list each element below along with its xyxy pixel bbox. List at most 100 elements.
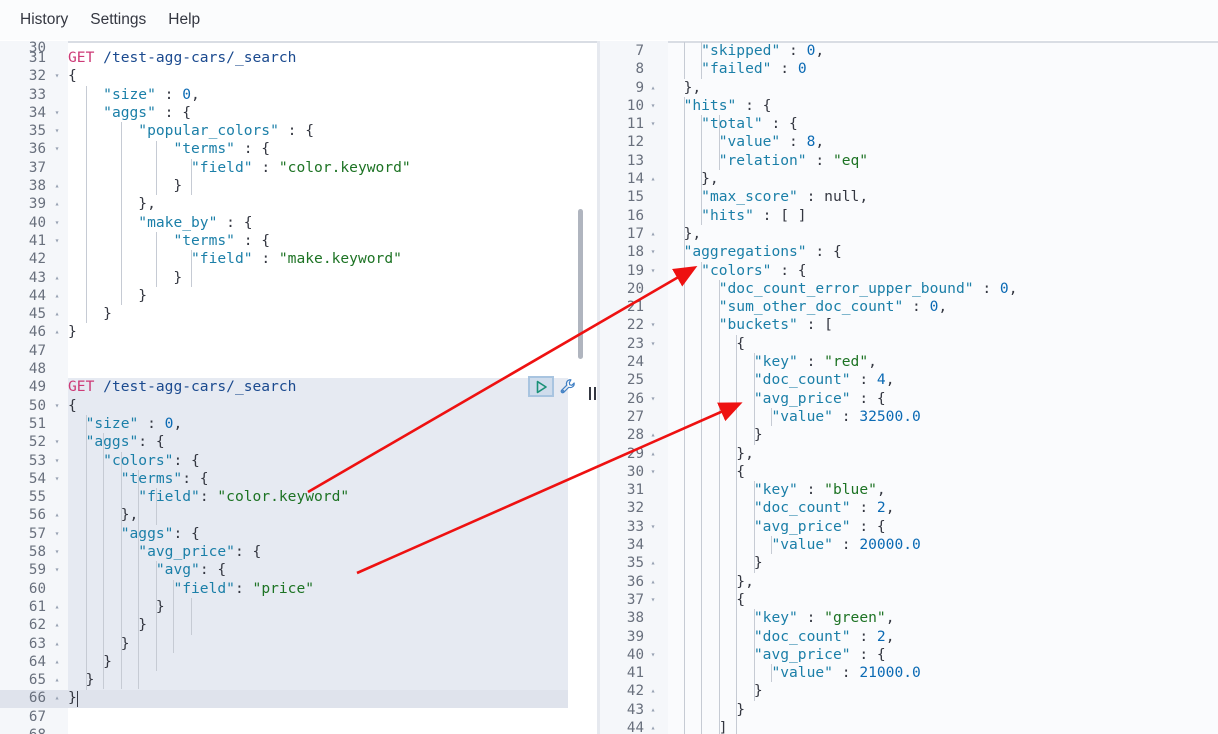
fold-open-icon[interactable]: ▾ xyxy=(52,214,62,232)
code-line[interactable]: 33 ▾ "avg_price" : { xyxy=(600,518,1218,536)
code-line[interactable]: 14 ▴ }, xyxy=(600,170,1218,188)
code-line[interactable]: 44 ▴ ] xyxy=(600,719,1218,734)
code-line[interactable]: 12 "value" : 8, xyxy=(600,133,1218,151)
code-line[interactable]: 28 ▴ } xyxy=(600,426,1218,444)
request-code[interactable]: 31 GET /test-agg-cars/_search 32 ▾{33 "size… xyxy=(0,41,597,734)
fold-close-icon[interactable]: ▴ xyxy=(52,287,62,305)
code-line[interactable]: 52 ▾ "aggs": { xyxy=(0,433,597,451)
code-line[interactable]: 11 ▾ "total" : { xyxy=(600,115,1218,133)
fold-close-icon[interactable]: ▴ xyxy=(52,671,62,689)
fold-close-icon[interactable]: ▴ xyxy=(52,323,62,341)
fold-close-icon[interactable]: ▴ xyxy=(648,701,658,719)
menu-help[interactable]: Help xyxy=(160,7,208,33)
code-line[interactable]: 17 ▴ }, xyxy=(600,225,1218,243)
fold-open-icon[interactable]: ▾ xyxy=(52,67,62,85)
fold-close-icon[interactable]: ▴ xyxy=(52,506,62,524)
fold-open-icon[interactable]: ▾ xyxy=(52,397,62,415)
code-line[interactable]: 46 ▴} xyxy=(0,323,597,341)
code-line[interactable]: 66 ▴} xyxy=(0,689,597,707)
code-line[interactable]: 16 "hits" : [ ] xyxy=(600,207,1218,225)
code-line[interactable]: 33 "size" : 0, xyxy=(0,86,597,104)
fold-close-icon[interactable]: ▴ xyxy=(52,598,62,616)
code-line[interactable]: 51 "size" : 0, xyxy=(0,415,597,433)
fold-close-icon[interactable]: ▴ xyxy=(648,445,658,463)
code-line[interactable]: 41 ▾ "terms" : { xyxy=(0,232,597,250)
code-line[interactable]: 34 "value" : 20000.0 xyxy=(600,536,1218,554)
code-line[interactable]: 20 "doc_count_error_upper_bound" : 0, xyxy=(600,280,1218,298)
code-line[interactable]: 49 GET /test-agg-cars/_search xyxy=(0,378,597,396)
code-line[interactable]: 53 ▾ "colors": { xyxy=(0,452,597,470)
code-line[interactable]: 32 "doc_count" : 2, xyxy=(600,499,1218,517)
code-line[interactable]: 58 ▾ "avg_price": { xyxy=(0,543,597,561)
code-line[interactable]: 8 "failed" : 0 xyxy=(600,60,1218,78)
fold-open-icon[interactable]: ▾ xyxy=(648,646,658,664)
code-line[interactable]: 42 ▴ } xyxy=(600,682,1218,700)
fold-open-icon[interactable]: ▾ xyxy=(648,390,658,408)
code-line[interactable]: 61 ▴ } xyxy=(0,598,597,616)
code-line[interactable]: 45 ▴ } xyxy=(0,305,597,323)
code-line[interactable]: 60 "field": "price" xyxy=(0,580,597,598)
code-line[interactable]: 38 ▴ } xyxy=(0,177,597,195)
code-line[interactable]: 24 "key" : "red", xyxy=(600,353,1218,371)
fold-close-icon[interactable]: ▴ xyxy=(52,616,62,634)
request-editor-pane[interactable]: 31 GET /test-agg-cars/_search 32 ▾{33 "size… xyxy=(0,41,597,734)
fold-open-icon[interactable]: ▾ xyxy=(52,122,62,140)
fold-close-icon[interactable]: ▴ xyxy=(648,225,658,243)
fold-close-icon[interactable]: ▴ xyxy=(648,573,658,591)
play-icon[interactable] xyxy=(528,376,554,398)
fold-open-icon[interactable]: ▾ xyxy=(648,97,658,115)
code-line[interactable]: 36 ▾ "terms" : { xyxy=(0,140,597,158)
wrench-icon[interactable] xyxy=(556,376,578,397)
code-line[interactable]: 40 ▾ "make_by" : { xyxy=(0,214,597,232)
code-line[interactable]: 22 ▾ "buckets" : [ xyxy=(600,316,1218,334)
code-line[interactable]: 56 ▴ }, xyxy=(0,506,597,524)
fold-open-icon[interactable]: ▾ xyxy=(648,463,658,481)
code-line[interactable]: 26 ▾ "avg_price" : { xyxy=(600,390,1218,408)
code-line[interactable]: 40 ▾ "avg_price" : { xyxy=(600,646,1218,664)
menu-settings[interactable]: Settings xyxy=(82,7,154,33)
code-line[interactable]: 13 "relation" : "eq" xyxy=(600,152,1218,170)
fold-open-icon[interactable]: ▾ xyxy=(52,525,62,543)
fold-open-icon[interactable]: ▾ xyxy=(648,335,658,353)
code-line[interactable]: 62 ▴ } xyxy=(0,616,597,634)
code-line[interactable]: 67 xyxy=(0,708,597,726)
code-line[interactable]: 37 ▾ { xyxy=(600,591,1218,609)
fold-open-icon[interactable]: ▾ xyxy=(52,232,62,250)
code-line[interactable]: 48 xyxy=(0,360,597,378)
code-line[interactable]: 15 "max_score" : null, xyxy=(600,188,1218,206)
fold-open-icon[interactable]: ▾ xyxy=(648,243,658,261)
code-line[interactable]: 50 ▾ { xyxy=(0,397,597,415)
fold-open-icon[interactable]: ▾ xyxy=(648,316,658,334)
fold-open-icon[interactable]: ▾ xyxy=(52,140,62,158)
code-line[interactable]: 36 ▴ }, xyxy=(600,573,1218,591)
response-pane[interactable]: 7 "skipped" : 0, 8 "failed" : 0 9 ▴ }, 10 ▾ "… xyxy=(600,41,1218,734)
fold-close-icon[interactable]: ▴ xyxy=(648,719,658,734)
code-line[interactable]: 35 ▴ } xyxy=(600,554,1218,572)
fold-open-icon[interactable]: ▾ xyxy=(52,543,62,561)
menu-history[interactable]: History xyxy=(12,7,76,33)
fold-open-icon[interactable]: ▾ xyxy=(52,433,62,451)
fold-close-icon[interactable]: ▴ xyxy=(52,305,62,323)
code-line[interactable]: 39 "doc_count" : 2, xyxy=(600,628,1218,646)
fold-close-icon[interactable]: ▴ xyxy=(52,177,62,195)
code-line[interactable]: 59 ▾ "avg": { xyxy=(0,561,597,579)
code-line[interactable]: 18 ▾ "aggregations" : { xyxy=(600,243,1218,261)
code-line[interactable]: 54 ▾ "terms": { xyxy=(0,470,597,488)
fold-close-icon[interactable]: ▴ xyxy=(52,195,62,213)
code-line[interactable]: 65 ▴ } xyxy=(0,671,597,689)
code-line[interactable]: 64 ▴ } xyxy=(0,653,597,671)
code-line[interactable]: 29 ▴ }, xyxy=(600,445,1218,463)
fold-close-icon[interactable]: ▴ xyxy=(648,554,658,572)
code-line[interactable]: 25 "doc_count" : 4, xyxy=(600,371,1218,389)
fold-close-icon[interactable]: ▴ xyxy=(648,426,658,444)
code-line[interactable]: 42 "field" : "make.keyword" xyxy=(0,250,597,268)
code-line[interactable]: 63 ▴ } xyxy=(0,635,597,653)
code-line[interactable]: 68 xyxy=(0,726,597,734)
fold-open-icon[interactable]: ▾ xyxy=(648,115,658,133)
fold-open-icon[interactable]: ▾ xyxy=(52,104,62,122)
fold-open-icon[interactable]: ▾ xyxy=(648,262,658,280)
fold-open-icon[interactable]: ▾ xyxy=(648,591,658,609)
fold-open-icon[interactable]: ▾ xyxy=(648,518,658,536)
fold-open-icon[interactable]: ▾ xyxy=(52,470,62,488)
fold-close-icon[interactable]: ▴ xyxy=(52,269,62,287)
